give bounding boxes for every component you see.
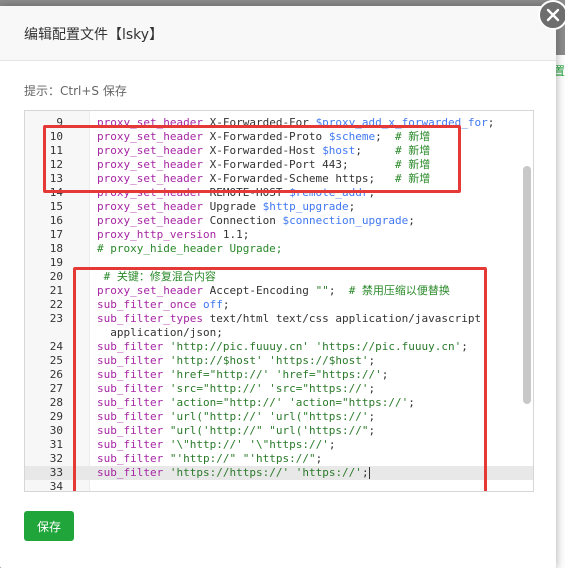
dialog-title: 编辑配置文件【lsky】 <box>24 27 164 43</box>
line-number: 19 <box>49 256 63 269</box>
code-text: proxy_set_header Upgrade $http_upgrade; <box>97 200 355 214</box>
code-text: proxy_set_header Connection $connection_… <box>97 214 415 228</box>
line-number: 20 <box>49 270 63 283</box>
line-number: 30 <box>49 424 63 437</box>
save-tip: 提示：Ctrl+S 保存 <box>24 84 127 98</box>
line-number: 27 <box>49 382 63 395</box>
code-token: 1.1; <box>216 228 250 241</box>
line-number: 15 <box>49 200 63 213</box>
line-number: 32 <box>49 452 63 465</box>
line-number: 17 <box>49 228 63 241</box>
code-token: proxy_set_header <box>97 214 203 227</box>
code-token: $connection_upgrade <box>282 214 409 227</box>
code-token: ; <box>348 200 356 213</box>
line-number: 22 <box>49 298 63 311</box>
line-number: 34 <box>49 480 63 492</box>
code-line[interactable]: 16 proxy_set_header Connection $connectio… <box>25 214 533 228</box>
close-icon <box>546 8 560 22</box>
save-button[interactable]: 保存 <box>24 511 74 541</box>
line-number: 33 <box>49 466 63 479</box>
line-number: 26 <box>49 368 63 381</box>
editor-scrollbar[interactable] <box>523 166 531 404</box>
code-line[interactable]: 17 proxy_http_version 1.1; <box>25 228 533 242</box>
code-token: ; <box>487 116 495 129</box>
code-token: # proxy_hide_header Upgrade; <box>97 242 283 255</box>
highlight-box-forwarded-headers <box>43 125 461 193</box>
dialog-header: 编辑配置文件【lsky】 <box>0 6 556 61</box>
code-token: Upgrade <box>202 200 263 213</box>
code-line[interactable]: 18 # proxy_hide_header Upgrade; <box>25 242 533 256</box>
line-number: 18 <box>49 242 63 255</box>
line-number: 25 <box>49 354 63 367</box>
close-button[interactable] <box>538 0 565 30</box>
line-number: 29 <box>49 410 63 423</box>
code-line[interactable]: 15 proxy_set_header Upgrade $http_upgrade… <box>25 200 533 214</box>
code-text: proxy_http_version 1.1; <box>97 228 249 242</box>
code-token: proxy_set_header <box>97 200 203 213</box>
line-number: 16 <box>49 214 63 227</box>
code-text: # proxy_hide_header Upgrade; <box>97 242 282 256</box>
line-number: 28 <box>49 396 63 409</box>
edit-config-dialog: 编辑配置文件【lsky】 提示：Ctrl+S 保存 9 proxy_set_hea… <box>0 6 556 568</box>
code-editor[interactable]: 9 proxy_set_header X-Forwarded-For $proxy… <box>24 110 534 492</box>
highlight-box-mixed-content <box>73 267 487 491</box>
code-token: proxy_http_version <box>97 228 217 241</box>
code-token: $http_upgrade <box>262 200 349 213</box>
line-number: 21 <box>49 284 63 297</box>
line-number: 24 <box>49 340 63 353</box>
code-token: ; <box>408 214 415 227</box>
code-token: Connection <box>202 214 283 227</box>
line-number: 23 <box>49 312 63 325</box>
line-number: 31 <box>49 438 63 451</box>
